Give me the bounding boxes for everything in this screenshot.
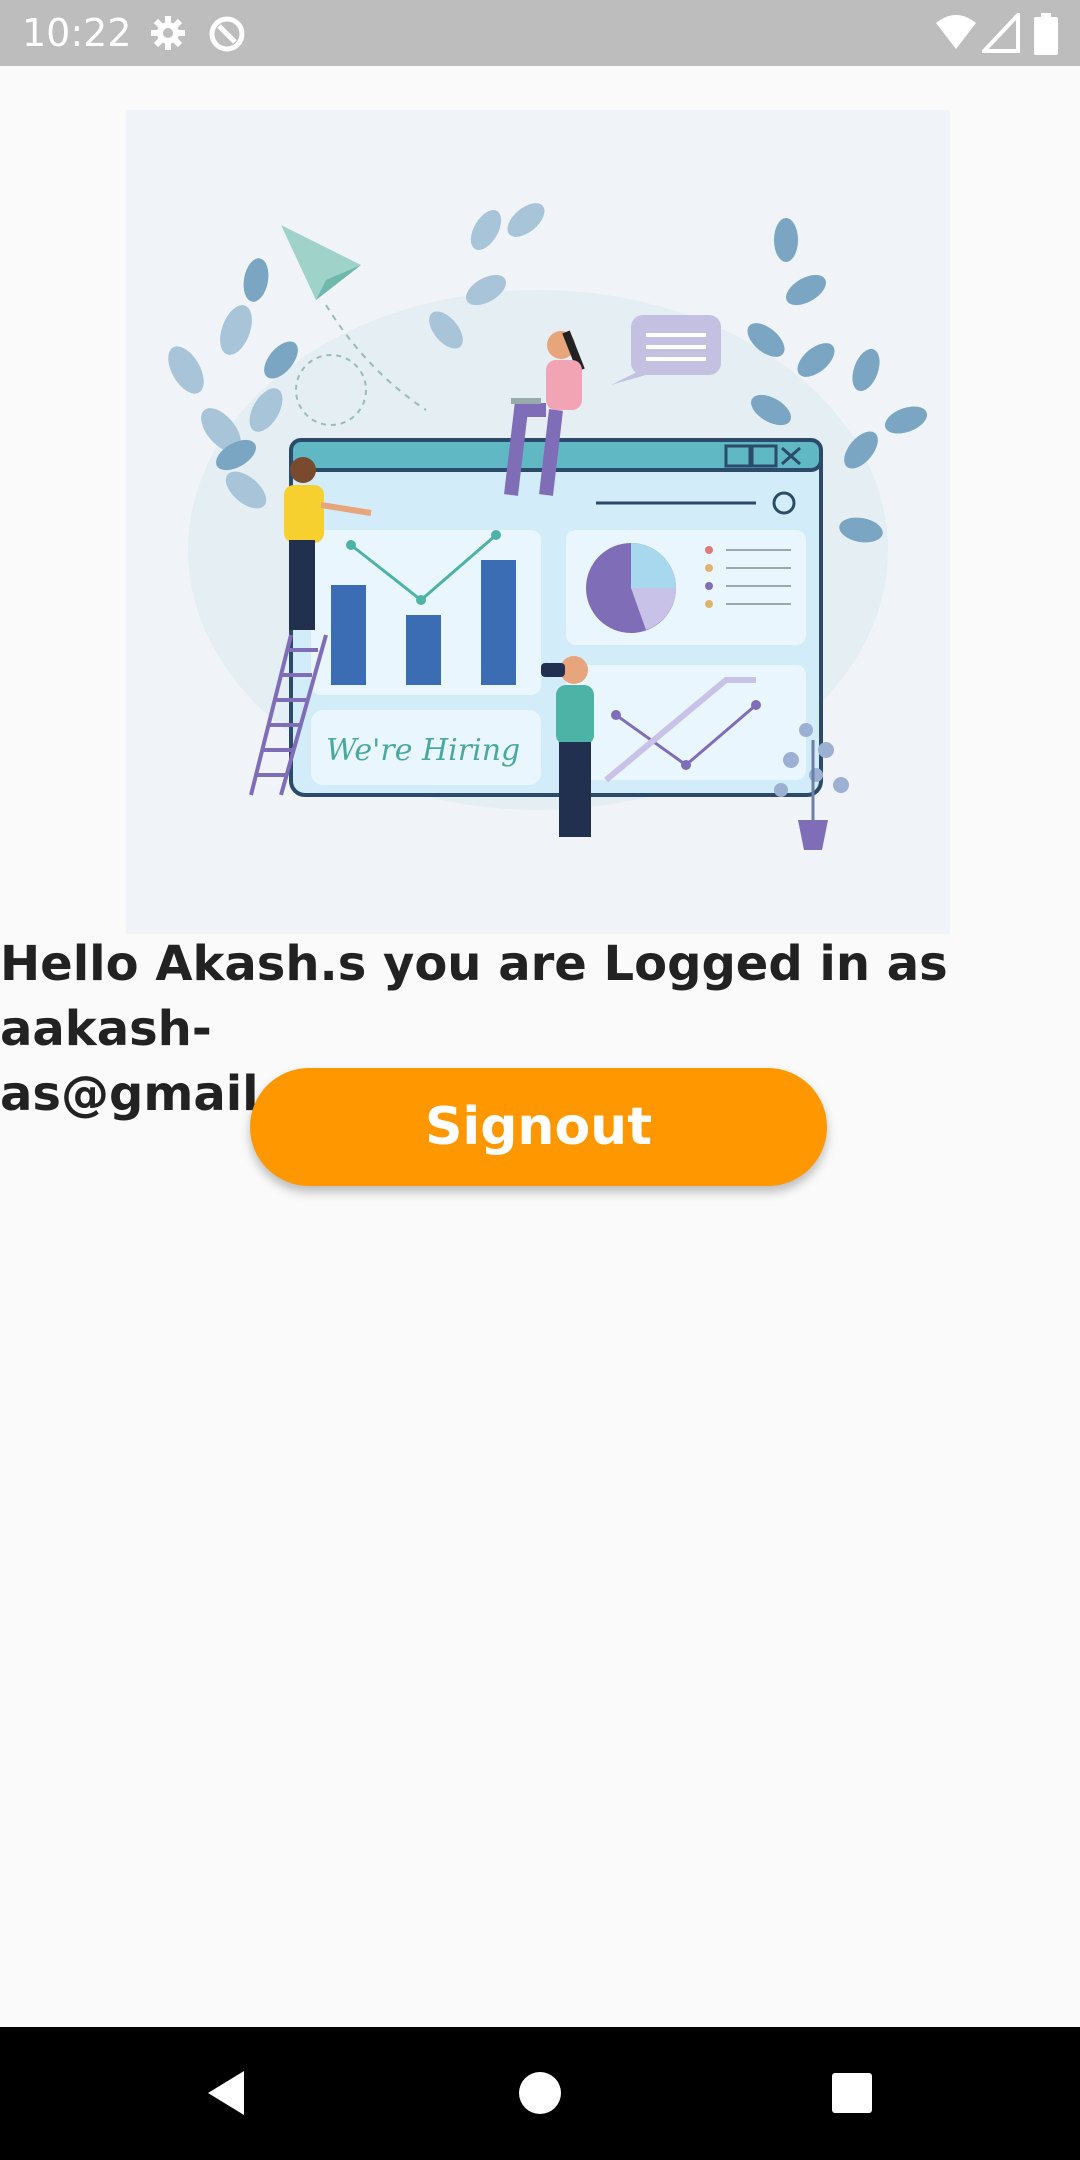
home-icon[interactable]	[510, 2063, 570, 2123]
hiring-banner-text: We're Hiring	[326, 733, 520, 768]
status-bar: 10:22	[0, 0, 1080, 66]
navigation-bar	[0, 2027, 1080, 2160]
hiring-illustration-icon: We're Hiring	[168, 203, 928, 850]
settings-icon	[148, 13, 188, 58]
hero-illustration: We're Hiring	[126, 110, 950, 934]
back-icon[interactable]	[200, 2063, 260, 2123]
status-time: 10:22	[22, 11, 132, 55]
cell-signal-icon	[979, 9, 1022, 58]
signout-button[interactable]: Signout	[250, 1068, 827, 1186]
recents-icon[interactable]	[822, 2063, 882, 2123]
wifi-icon	[934, 13, 978, 58]
battery-icon	[1034, 13, 1058, 60]
data-saver-icon	[206, 13, 248, 60]
